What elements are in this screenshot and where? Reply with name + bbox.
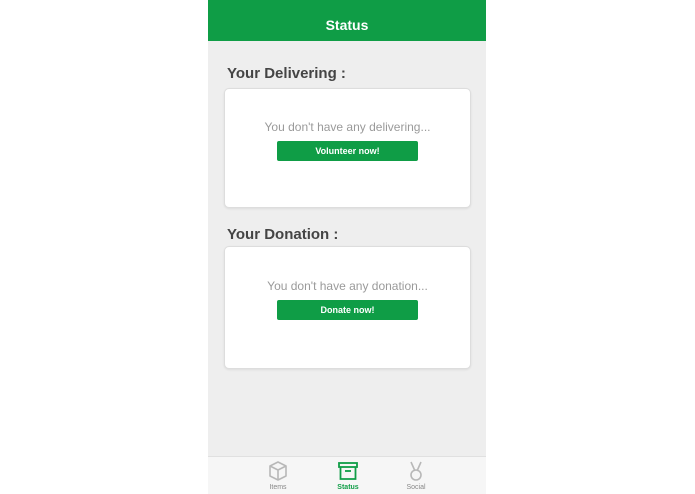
- box-icon: [269, 461, 287, 481]
- tab-status-label: Status: [337, 484, 359, 491]
- tab-items[interactable]: Items: [248, 457, 308, 494]
- tab-status[interactable]: Status: [318, 457, 378, 494]
- archive-icon: [338, 462, 358, 480]
- page-title: Status: [208, 0, 486, 41]
- tab-social[interactable]: Social: [386, 457, 446, 494]
- delivering-card: You don't have any delivering... Volunte…: [224, 88, 471, 208]
- medal-icon: [410, 461, 422, 481]
- tab-bar: Items Status Social: [208, 456, 486, 494]
- volunteer-button[interactable]: Volunteer now!: [277, 141, 418, 161]
- app-screen: Status Your Delivering : You don't have …: [208, 0, 486, 494]
- tab-items-label: Items: [269, 484, 287, 491]
- tab-social-label: Social: [406, 484, 426, 491]
- delivering-empty-message: You don't have any delivering...: [264, 120, 431, 134]
- donation-empty-message: You don't have any donation...: [267, 279, 428, 293]
- donation-section-title: Your Donation :: [227, 226, 339, 243]
- delivering-section-title: Your Delivering :: [227, 65, 346, 82]
- donation-card: You don't have any donation... Donate no…: [224, 246, 471, 369]
- donate-button[interactable]: Donate now!: [277, 300, 418, 320]
